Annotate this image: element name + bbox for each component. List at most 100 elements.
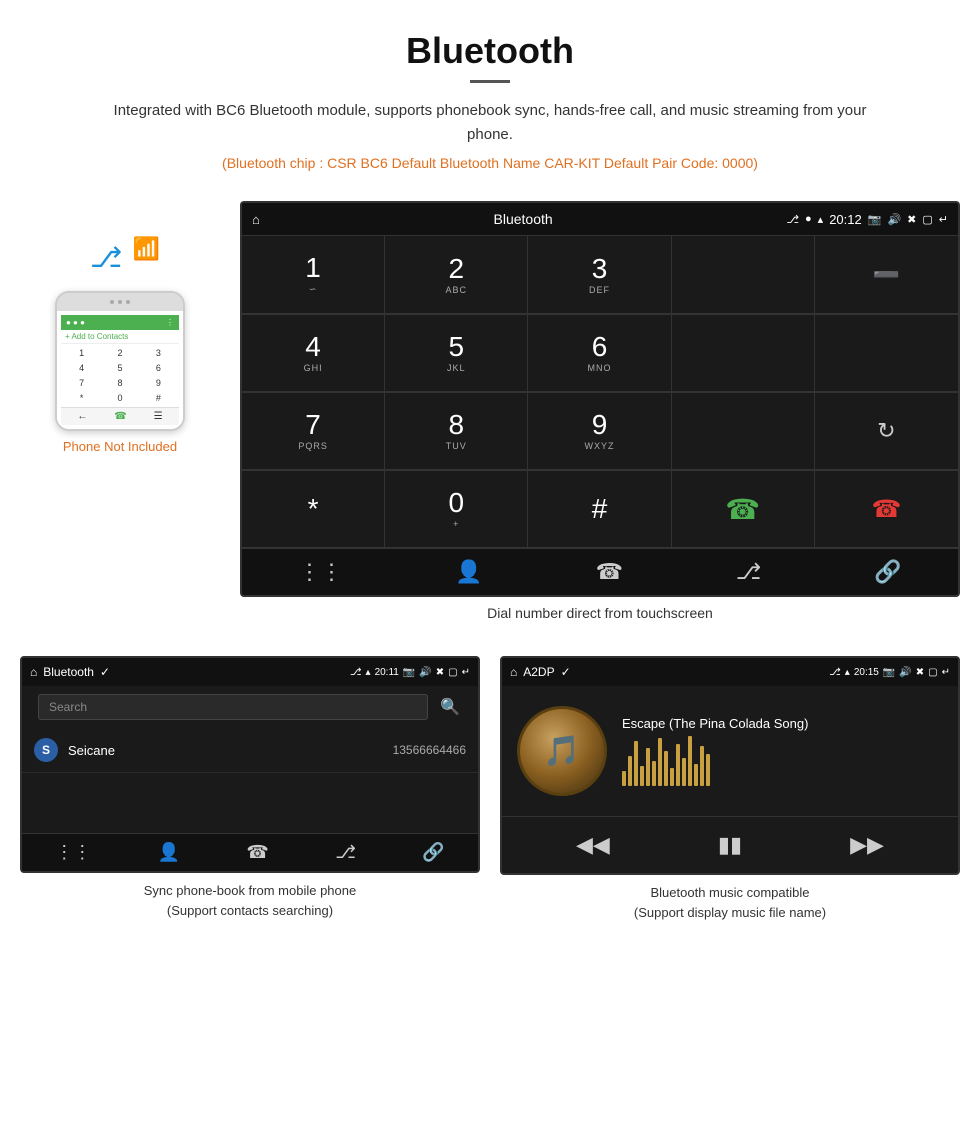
dialer-key-hash[interactable]: # <box>528 471 671 548</box>
phone-add-contact: + Add to Contacts <box>61 330 179 344</box>
dialer-key-5[interactable]: 5 JKL <box>385 315 528 392</box>
dialer-key-0[interactable]: 0 + <box>385 471 528 548</box>
dialer-key-1[interactable]: 1 ∽ <box>242 236 385 314</box>
play-pause-icon[interactable]: ▮▮ <box>718 832 742 858</box>
phonebook-close[interactable]: ✖ <box>436 667 444 678</box>
page-title: Bluetooth <box>20 30 960 72</box>
dialer-key-8[interactable]: 8 TUV <box>385 393 528 470</box>
phonebook-back[interactable]: ↵ <box>462 667 470 678</box>
link-nav-icon[interactable]: 🔗 <box>874 559 901 585</box>
bt-symbol: ⎇ <box>90 241 122 274</box>
viz-bar-2 <box>628 756 632 786</box>
music-usb-icon: ✓ <box>561 665 571 679</box>
phone-mockup: ● ● ● ⋮ + Add to Contacts 1 2 3 4 5 6 7 … <box>55 291 185 431</box>
dialer-key-6[interactable]: 6 MNO <box>528 315 671 392</box>
phone-key-star: * <box>63 391 100 405</box>
music-content: 🎵 Escape (The Pina Colada Song) <box>502 686 958 816</box>
dialer-row-2: 4 GHI 5 JKL 6 MNO <box>242 314 958 392</box>
phonebook-cam: 📷 <box>403 667 415 678</box>
music-back[interactable]: ↵ <box>942 667 950 678</box>
dialer-row-4: * 0 + # ☎ ☎ <box>242 470 958 548</box>
prev-track-icon[interactable]: ◀◀ <box>576 832 610 858</box>
main-screen-caption: Dial number direct from touchscreen <box>240 605 960 621</box>
phonebook-home-icon[interactable]: ⌂ <box>30 665 37 679</box>
next-track-icon[interactable]: ▶▶ <box>850 832 884 858</box>
window-icon: ▢ <box>922 213 932 226</box>
dialer-empty-3 <box>815 315 958 392</box>
contacts-nav-icon[interactable]: 👤 <box>455 559 482 585</box>
phone-more-icon: ⋮ <box>166 318 174 327</box>
phone-key-5: 5 <box>101 361 138 375</box>
location-icon: ● <box>805 213 812 225</box>
close-icon[interactable]: ✖ <box>907 213 916 226</box>
phonebook-screen-item: ⌂ Bluetooth ✓ ⎇ ▴ 20:11 📷 🔊 ✖ ▢ ↵ Search <box>20 656 480 922</box>
phone-nav-icon[interactable]: ☎ <box>596 559 623 585</box>
phonebook-signal: ▴ <box>366 667 371 678</box>
status-time: 20:12 <box>829 212 862 227</box>
search-icon[interactable]: 🔍 <box>440 697 460 717</box>
bluetooth-nav-icon[interactable]: ⎇ <box>736 559 761 585</box>
music-home-icon[interactable]: ⌂ <box>510 665 517 679</box>
viz-bar-9 <box>670 768 674 786</box>
phone-dialpad: 1 2 3 4 5 6 7 8 9 * 0 # <box>61 344 179 407</box>
dialer-refresh[interactable]: ↻ <box>815 393 958 470</box>
phonebook-usb-icon: ✓ <box>100 665 110 679</box>
signal-icon: ▴ <box>818 213 824 226</box>
phone-key-7: 7 <box>63 376 100 390</box>
phone-key-8: 8 <box>101 376 138 390</box>
phonebook-search-row: Search 🔍 <box>22 686 478 728</box>
phone-green-bar: ● ● ● ⋮ <box>61 315 179 330</box>
music-vol: 🔊 <box>899 667 911 678</box>
dialer-call-red[interactable]: ☎ <box>815 471 958 548</box>
music-cam: 📷 <box>883 667 895 678</box>
music-app-title: A2DP <box>523 665 554 679</box>
music-win: ▢ <box>928 667 937 678</box>
phone-bottom-bar: ← ☎ ☰ <box>61 407 179 425</box>
music-caption: Bluetooth music compatible (Support disp… <box>500 883 960 922</box>
contact-number: 13566664466 <box>393 743 466 757</box>
bluetooth-signal-icon: ⎇ 📶 <box>80 231 160 291</box>
dialer-key-3[interactable]: 3 DEF <box>528 236 671 314</box>
main-content: ⎇ 📶 ● ● ● ⋮ + Add to Contacts 1 2 3 <box>0 201 980 636</box>
phonebook-win: ▢ <box>448 667 457 678</box>
camera-icon: 📷 <box>868 213 882 226</box>
dialer-backspace[interactable]: ➖ <box>815 236 958 314</box>
viz-bar-15 <box>706 754 710 786</box>
backspace-icon: ➖ <box>873 262 900 288</box>
dialer-key-7[interactable]: 7 PQRS <box>242 393 385 470</box>
dialpad-nav-icon[interactable]: ⋮⋮ <box>298 559 342 585</box>
dialer-key-2[interactable]: 2 ABC <box>385 236 528 314</box>
dialer-key-4[interactable]: 4 GHI <box>242 315 385 392</box>
android-dialer-screen: ⌂ Bluetooth ⎇ ● ▴ 20:12 📷 🔊 ✖ ▢ ↵ <box>240 201 960 597</box>
phone-status-text: ● ● ● <box>66 318 85 327</box>
pb-phone-icon[interactable]: ☎ <box>246 842 268 863</box>
call-green-icon: ☎ <box>725 493 760 526</box>
dialer-key-star[interactable]: * <box>242 471 385 548</box>
dialer-row-1: 1 ∽ 2 ABC 3 DEF ➖ <box>242 235 958 314</box>
pb-contacts-icon[interactable]: 👤 <box>158 842 180 863</box>
dialer-key-9[interactable]: 9 WXYZ <box>528 393 671 470</box>
phone-not-included-label: Phone Not Included <box>63 439 177 454</box>
page-header: Bluetooth Integrated with BC6 Bluetooth … <box>0 0 980 201</box>
phonebook-contact-row: S Seicane 13566664466 <box>22 728 478 773</box>
music-close[interactable]: ✖ <box>916 667 924 678</box>
viz-bar-4 <box>640 766 644 786</box>
phonebook-search-input[interactable]: Search <box>38 694 428 720</box>
music-note-icon: 🎵 <box>543 734 580 769</box>
pb-link-icon[interactable]: 🔗 <box>422 842 444 863</box>
home-icon[interactable]: ⌂ <box>252 212 260 227</box>
dialer-empty-1 <box>672 236 815 314</box>
phone-dot-3 <box>126 300 130 304</box>
back-icon[interactable]: ↵ <box>939 213 948 226</box>
music-bt-icon: ⎇ <box>829 667 841 678</box>
pb-bt-icon[interactable]: ⎇ <box>335 842 356 863</box>
phone-key-2: 2 <box>101 346 138 360</box>
viz-bar-11 <box>682 758 686 786</box>
viz-bar-6 <box>652 761 656 786</box>
viz-bar-1 <box>622 771 626 786</box>
pb-dialpad-icon[interactable]: ⋮⋮ <box>55 842 91 863</box>
dialer-empty-4 <box>672 393 815 470</box>
dialer-call-green[interactable]: ☎ <box>672 471 815 548</box>
status-bar-left: ⌂ <box>252 212 260 227</box>
dialer-status-bar: ⌂ Bluetooth ⎇ ● ▴ 20:12 📷 🔊 ✖ ▢ ↵ <box>242 203 958 235</box>
